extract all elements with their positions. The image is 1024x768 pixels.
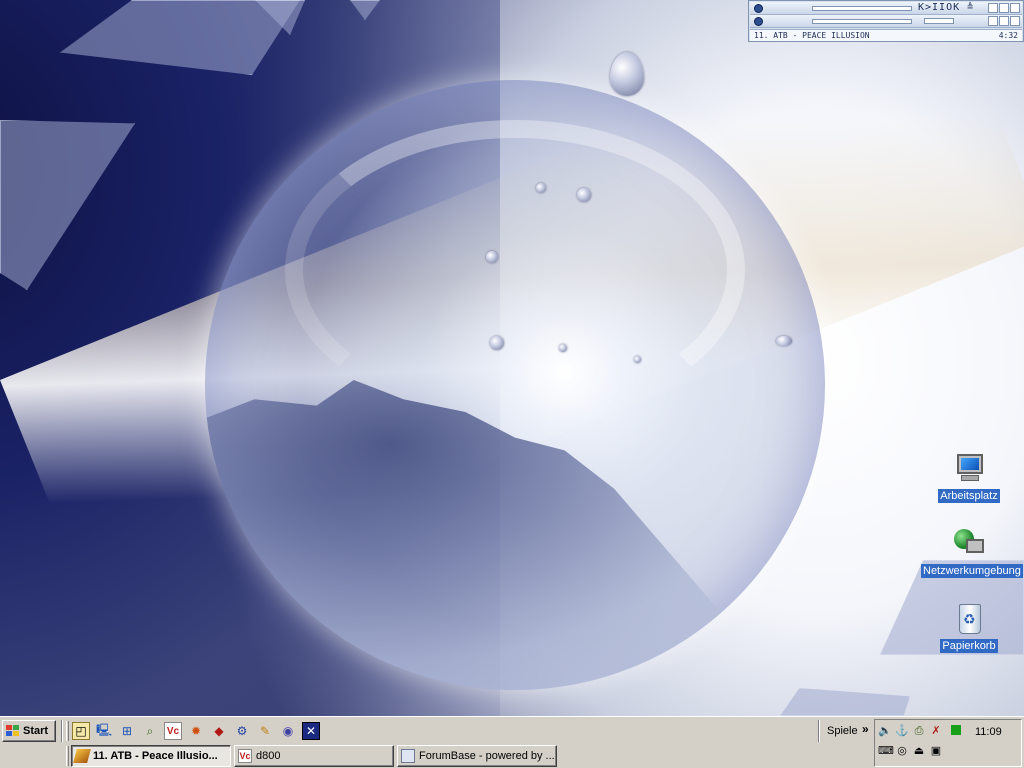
security-icon[interactable]: ▣ [929, 744, 943, 758]
track-time: 4:32 [998, 31, 1018, 40]
seek-bar[interactable] [812, 6, 912, 11]
close-button[interactable] [1010, 3, 1020, 13]
track-display: 11. ATB - PEACE ILLUSION 4:32 [750, 29, 1022, 41]
playback-controls[interactable]: K>IIOK ≜ [918, 2, 974, 13]
droplet [536, 183, 546, 193]
browser-icon [401, 749, 415, 763]
volume-icon[interactable]: 🔈 [878, 724, 892, 738]
vc-editor-icon: Vc [238, 749, 252, 763]
vc-editor-icon[interactable]: Vc [164, 722, 182, 740]
droplet [577, 188, 591, 202]
task-label: d800 [256, 750, 281, 762]
player-row-seek: K>IIOK ≜ [750, 2, 1022, 15]
player-menu-knob[interactable] [754, 4, 763, 13]
sphere-water [205, 380, 825, 690]
droplet [776, 336, 792, 346]
start-button[interactable]: Start [2, 720, 56, 742]
task-button-forumbase[interactable]: ForumBase - powered by ... [397, 745, 557, 767]
winamp-icon [73, 749, 91, 763]
glass-sphere [205, 80, 825, 690]
desktop-icon-label: Arbeitsplatz [938, 489, 1000, 503]
search-icon[interactable]: ⌕ [141, 722, 159, 740]
track-title: 11. ATB - PEACE ILLUSION [754, 31, 870, 40]
recycle-bin-icon [952, 602, 986, 636]
shade-button[interactable] [988, 3, 998, 13]
network-neighborhood-icon [952, 527, 986, 561]
droplet [559, 344, 567, 352]
volume-slider[interactable] [924, 18, 954, 24]
desktop-icon-arbeitsplatz[interactable]: Arbeitsplatz [921, 452, 1017, 503]
droplet [486, 251, 498, 263]
tool-icon[interactable]: ⚙ [233, 722, 251, 740]
droplet [610, 52, 644, 96]
toggle-button[interactable] [988, 16, 998, 26]
sphere-shine [285, 120, 745, 420]
start-label: Start [23, 725, 49, 737]
player-row-volume [750, 15, 1022, 28]
media-player[interactable]: K>IIOK ≜ 11. ATB - PEACE ILLUSION 4:32 [748, 0, 1024, 42]
desktop-icon-netzwerkumgebung[interactable]: Netzwerkumgebung [921, 527, 1023, 578]
task-label: ForumBase - powered by ... [419, 750, 555, 762]
player-eq-knob[interactable] [754, 17, 763, 26]
system-tray: 🔈 ⚓ ⎙ ✗ 11:09 ⌨ ◎ ⏏ ▣ [874, 719, 1022, 767]
toolbar-chevron-button[interactable]: » [862, 722, 869, 736]
desktop[interactable]: Arbeitsplatz Netzwerkumgebung Papierkorb… [0, 0, 1024, 716]
desktop-icon-label: Netzwerkumgebung [921, 564, 1023, 578]
window-buttons [987, 16, 1020, 29]
wallpaper-shard [780, 688, 910, 716]
divider [818, 720, 820, 742]
taskbar-row-bottom: 11. ATB - Peace Illusio... Vc d800 Forum… [0, 743, 1024, 768]
clock[interactable]: 11:09 [975, 726, 1002, 738]
task-button-d800[interactable]: Vc d800 [234, 745, 394, 767]
toolbar-label-spiele[interactable]: Spiele [827, 725, 858, 737]
task-label: 11. ATB - Peace Illusio... [93, 750, 218, 762]
network-icon[interactable]: ⊞ [118, 722, 136, 740]
game-icon[interactable]: ◆ [210, 722, 228, 740]
taskbar: Start ◰ 🖳 ⊞ ⌕ Vc ✹ ◆ ⚙ ✎ ◉ ✕ Spiele » 11… [0, 716, 1024, 768]
droplet [634, 356, 641, 363]
network-status-icon[interactable]: ⚓ [895, 724, 909, 738]
windows-logo-icon [6, 725, 20, 737]
desktop-icon-papierkorb[interactable]: Papierkorb [921, 602, 1017, 653]
cd-icon[interactable]: ◎ [895, 744, 909, 758]
balance-bar[interactable] [812, 19, 912, 24]
usb-icon[interactable]: ⏏ [912, 744, 926, 758]
minimize-button[interactable] [999, 3, 1009, 13]
media-icon[interactable]: ◉ [279, 722, 297, 740]
desktop-icon-label: Papierkorb [940, 639, 998, 653]
computer-icon[interactable]: 🖳 [95, 722, 113, 740]
flag-icon[interactable]: ✕ [302, 722, 320, 740]
printer-icon[interactable]: ⎙ [912, 724, 926, 738]
toolbar-grip[interactable] [66, 721, 69, 741]
display-icon[interactable]: ⌨ [878, 744, 894, 758]
divider [61, 720, 63, 742]
toggle-button[interactable] [1010, 16, 1020, 26]
feather-icon[interactable]: ✎ [256, 722, 274, 740]
fire-icon[interactable]: ✹ [187, 722, 205, 740]
task-button-winamp[interactable]: 11. ATB - Peace Illusio... [71, 745, 231, 767]
toggle-button[interactable] [999, 16, 1009, 26]
my-computer-icon [952, 452, 986, 486]
taskbar-blank-area [330, 720, 818, 742]
tool-tray-icon[interactable]: ✗ [929, 724, 943, 738]
taskbar-grip[interactable] [66, 746, 69, 766]
status-icon[interactable] [951, 725, 961, 735]
droplet [490, 336, 504, 350]
taskbar-row-top: Start ◰ 🖳 ⊞ ⌕ Vc ✹ ◆ ⚙ ✎ ◉ ✕ Spiele » [0, 718, 1024, 744]
show-desktop-icon[interactable]: ◰ [72, 722, 90, 740]
